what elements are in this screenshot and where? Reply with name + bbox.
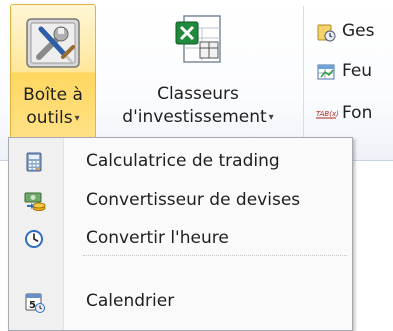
menu-item-calendar[interactable]: 5 Calendrier	[10, 282, 351, 320]
menu-item-trading-calculator[interactable]: Calculatrice de trading	[10, 142, 351, 180]
menu-item-label: Convertisseur de devises	[86, 190, 301, 210]
ribbon-item-label: Fon	[342, 103, 373, 123]
menu-item-currency-converter[interactable]: Convertisseur de devises	[10, 181, 351, 219]
toolbox-icon	[26, 18, 80, 68]
ribbon-item-sheet[interactable]: Feu	[314, 58, 393, 84]
menu-item-label: Calculatrice de trading	[86, 151, 280, 171]
calendar-icon: 5	[25, 293, 45, 313]
currency-converter-icon	[24, 192, 46, 211]
svg-text:5: 5	[29, 300, 36, 311]
manager-icon	[317, 24, 336, 42]
chevron-down-icon: ▾	[268, 112, 274, 123]
clock-icon	[25, 230, 43, 248]
ribbon-item-manager[interactable]: Ges	[314, 18, 393, 44]
calculator-icon	[26, 152, 42, 172]
menu-item-label: Calendrier	[86, 291, 175, 311]
menu-item-convert-time[interactable]: Convertir l'heure	[10, 219, 351, 257]
toolbox-label-line1: Boîte à	[23, 85, 83, 105]
portfolio-label-line1: Classeurs	[157, 84, 239, 104]
ribbon-separator	[303, 6, 304, 152]
excel-workbook-icon	[175, 15, 221, 63]
ribbon-item-label: Feu	[342, 61, 373, 81]
chevron-down-icon: ▾	[74, 113, 80, 124]
function-icon: TAB(x)	[316, 110, 338, 119]
sheet-icon	[317, 64, 335, 80]
toolbox-label-line2: outils ▾	[26, 108, 80, 128]
toolbox-dropdown-menu: Calculatrice de trading Convertisseur de…	[8, 137, 353, 331]
svg-text:TAB(x): TAB(x)	[316, 110, 338, 118]
menu-separator	[83, 255, 347, 256]
menu-item-label: Convertir l'heure	[86, 228, 229, 248]
ribbon-item-label: Ges	[342, 21, 375, 41]
investment-workbooks-button[interactable]: Classeurs d'investissement ▾	[98, 4, 298, 154]
toolbox-button[interactable]: Boîte à outils ▾	[10, 4, 96, 154]
portfolio-label-line2: d'investissement ▾	[122, 107, 274, 127]
ribbon-item-function[interactable]: TAB(x) Fon	[314, 100, 393, 126]
